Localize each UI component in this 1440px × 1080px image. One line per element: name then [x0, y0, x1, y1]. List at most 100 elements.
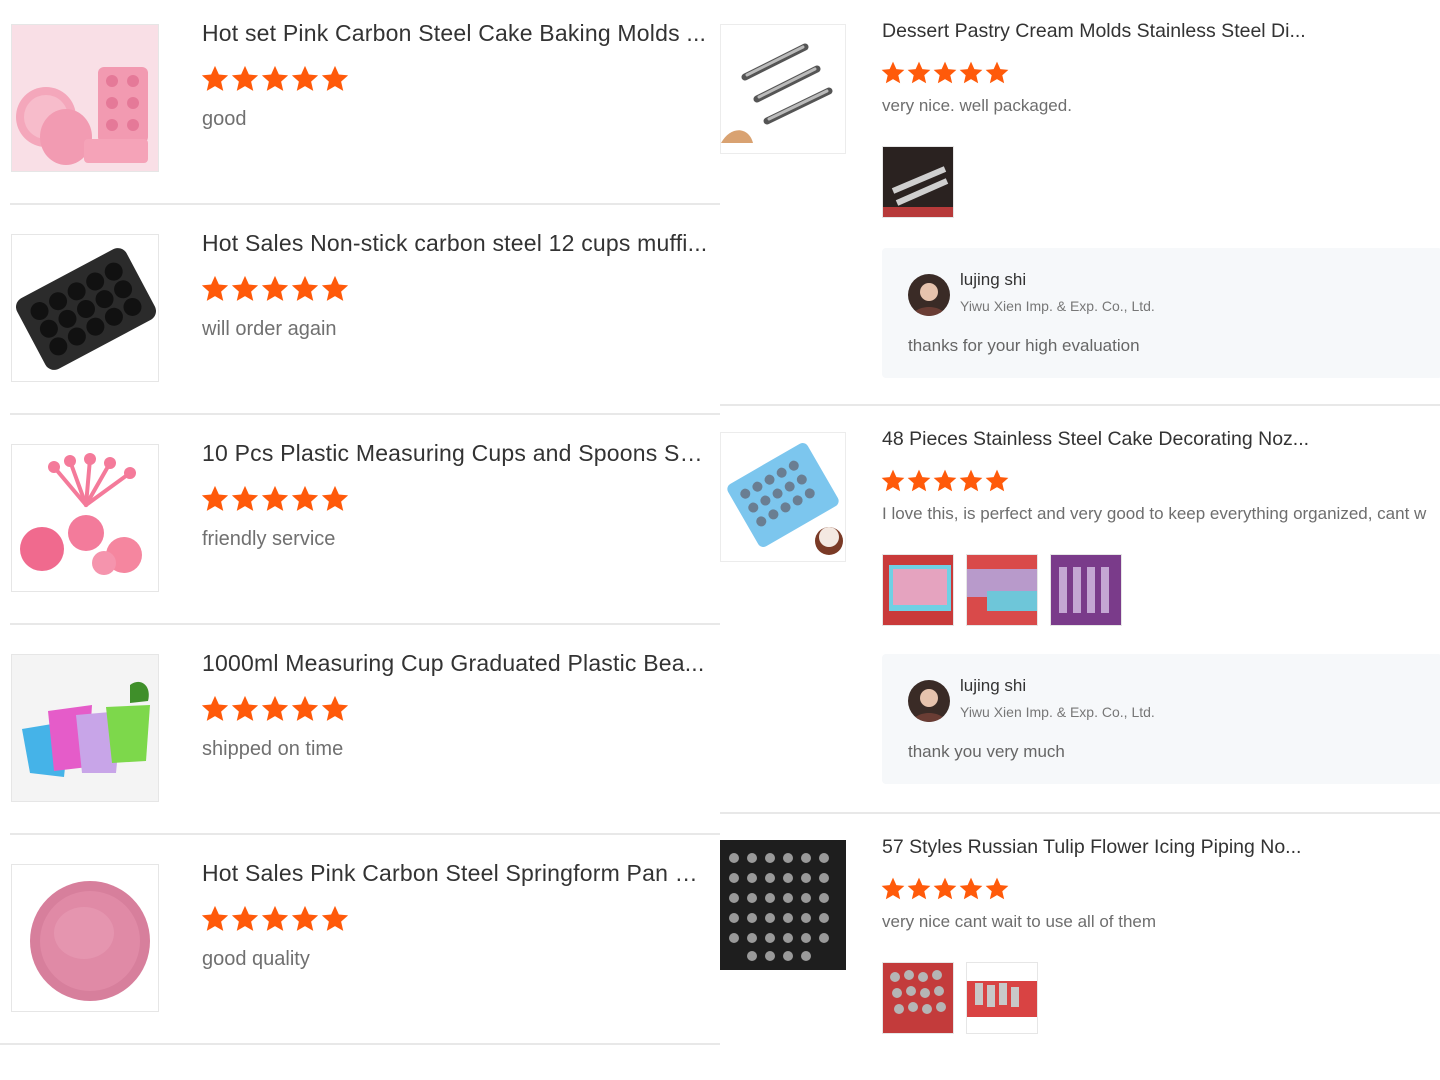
product-title[interactable]: Hot set Pink Carbon Steel Cake Baking Mo…	[202, 20, 708, 47]
review-text: friendly service	[202, 528, 336, 550]
star-icon	[290, 904, 320, 934]
product-title[interactable]: 10 Pcs Plastic Measuring Cups and Spoons…	[202, 440, 708, 467]
star-icon	[320, 274, 350, 304]
star-rating	[200, 904, 350, 936]
product-thumbnail[interactable]	[720, 840, 846, 970]
star-icon	[200, 64, 230, 94]
divider	[10, 413, 720, 415]
reply-company: Yiwu Xien Imp. & Exp. Co., Ltd.	[960, 704, 1155, 720]
divider	[10, 623, 720, 625]
star-icon	[320, 904, 350, 934]
star-icon	[984, 876, 1010, 902]
star-icon	[932, 468, 958, 494]
reply-author: lujing shi	[960, 270, 1027, 289]
review-text: will order again	[202, 318, 337, 340]
review-item: Hot Sales Pink Carbon Steel Springform P…	[0, 840, 720, 1050]
star-icon	[260, 694, 290, 724]
review-item: Hot set Pink Carbon Steel Cake Baking Mo…	[0, 0, 720, 210]
divider	[10, 203, 720, 205]
star-icon	[906, 60, 932, 86]
review-text: good	[202, 108, 247, 130]
avatar	[908, 274, 950, 316]
review-photos	[882, 962, 1038, 1034]
star-icon	[906, 468, 932, 494]
star-icon	[260, 904, 290, 934]
review-text: very nice cant wait to use all of them	[882, 912, 1157, 931]
product-title[interactable]: Hot Sales Pink Carbon Steel Springform P…	[202, 860, 708, 887]
product-title[interactable]: Dessert Pastry Cream Molds Stainless Ste…	[882, 20, 1322, 43]
star-rating	[880, 468, 1010, 494]
review-text: very nice. well packaged.	[882, 96, 1072, 115]
star-icon	[290, 484, 320, 514]
reply-text: thank you very much	[908, 742, 1065, 761]
divider	[720, 812, 1440, 814]
product-title[interactable]: 57 Styles Russian Tulip Flower Icing Pip…	[882, 836, 1322, 859]
divider	[0, 1043, 720, 1045]
review-item: Dessert Pastry Cream Molds Stainless Ste…	[720, 0, 1440, 405]
review-photo[interactable]	[882, 554, 954, 626]
product-thumbnail[interactable]	[11, 444, 159, 592]
review-item: 1000ml Measuring Cup Graduated Plastic B…	[0, 630, 720, 840]
review-photo[interactable]	[882, 146, 954, 218]
star-icon	[230, 274, 260, 304]
review-item: 48 Pieces Stainless Steel Cake Decoratin…	[720, 408, 1440, 813]
star-icon	[320, 484, 350, 514]
star-icon	[958, 468, 984, 494]
star-icon	[958, 876, 984, 902]
star-icon	[984, 60, 1010, 86]
star-icon	[230, 904, 260, 934]
review-item: 57 Styles Russian Tulip Flower Icing Pip…	[720, 816, 1440, 1080]
review-item: 10 Pcs Plastic Measuring Cups and Spoons…	[0, 420, 720, 630]
star-icon	[906, 876, 932, 902]
star-icon	[230, 64, 260, 94]
star-icon	[320, 694, 350, 724]
product-title[interactable]: Hot Sales Non-stick carbon steel 12 cups…	[202, 230, 708, 257]
product-thumbnail[interactable]	[11, 864, 159, 1012]
reply-author: lujing shi	[960, 676, 1027, 695]
star-icon	[320, 64, 350, 94]
review-text: good quality	[202, 948, 310, 970]
product-title[interactable]: 48 Pieces Stainless Steel Cake Decoratin…	[882, 428, 1322, 451]
star-icon	[880, 876, 906, 902]
review-photo[interactable]	[966, 962, 1038, 1034]
review-photos	[882, 554, 1122, 626]
star-rating	[200, 484, 350, 516]
star-icon	[932, 876, 958, 902]
star-icon	[200, 274, 230, 304]
product-thumbnail[interactable]	[720, 432, 846, 562]
star-icon	[290, 694, 320, 724]
product-thumbnail[interactable]	[11, 234, 159, 382]
review-photos	[882, 146, 954, 218]
seller-reply: lujing shi Yiwu Xien Imp. & Exp. Co., Lt…	[882, 654, 1440, 784]
star-rating	[200, 64, 350, 96]
star-rating	[880, 876, 1010, 902]
avatar	[908, 680, 950, 722]
star-icon	[880, 468, 906, 494]
star-icon	[290, 274, 320, 304]
star-icon	[290, 64, 320, 94]
product-thumbnail[interactable]	[11, 24, 159, 172]
star-rating	[200, 274, 350, 306]
review-text: I love this, is perfect and very good to…	[882, 504, 1427, 523]
review-text: shipped on time	[202, 738, 344, 760]
product-thumbnail[interactable]	[720, 24, 846, 154]
review-photo[interactable]	[966, 554, 1038, 626]
star-icon	[984, 468, 1010, 494]
star-icon	[932, 60, 958, 86]
seller-reply: lujing shi Yiwu Xien Imp. & Exp. Co., Lt…	[882, 248, 1440, 378]
reply-company: Yiwu Xien Imp. & Exp. Co., Ltd.	[960, 298, 1155, 314]
review-photo[interactable]	[1050, 554, 1122, 626]
review-photo[interactable]	[882, 962, 954, 1034]
right-review-column: Dessert Pastry Cream Molds Stainless Ste…	[720, 0, 1440, 1080]
divider	[720, 404, 1440, 406]
star-icon	[260, 484, 290, 514]
star-icon	[200, 694, 230, 724]
star-icon	[230, 694, 260, 724]
star-icon	[260, 64, 290, 94]
divider	[10, 833, 720, 835]
star-icon	[230, 484, 260, 514]
star-icon	[260, 274, 290, 304]
product-thumbnail[interactable]	[11, 654, 159, 802]
star-rating	[200, 694, 350, 726]
product-title[interactable]: 1000ml Measuring Cup Graduated Plastic B…	[202, 650, 708, 677]
